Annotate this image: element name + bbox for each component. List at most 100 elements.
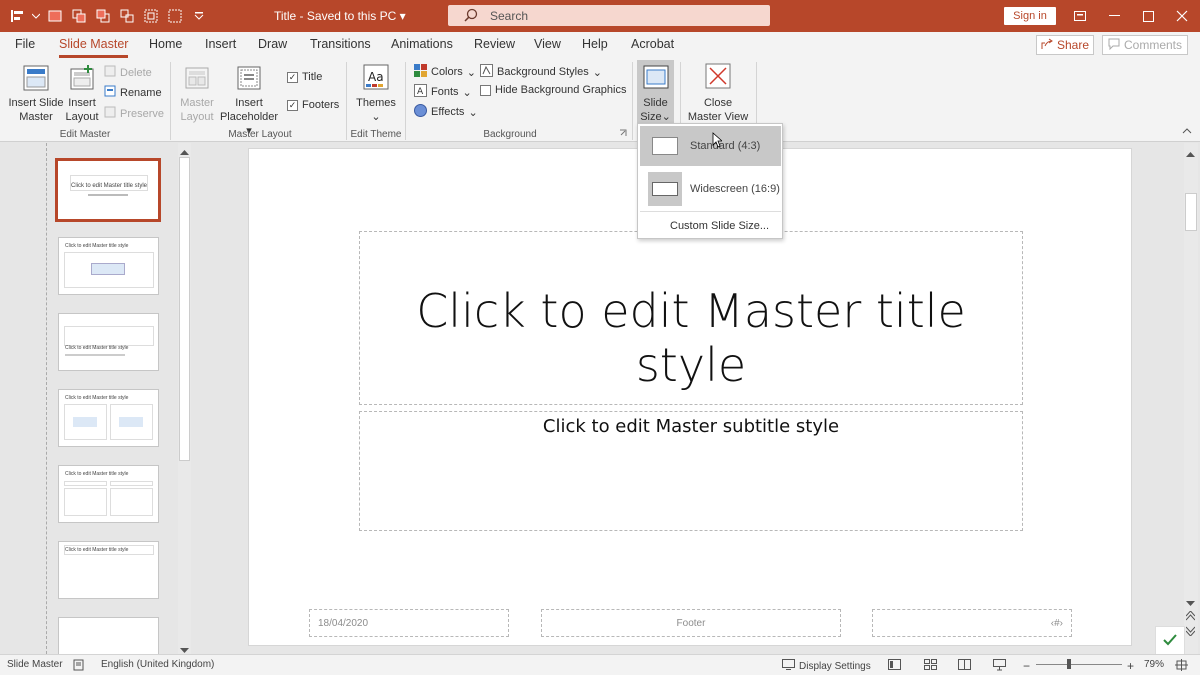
- tab-file[interactable]: File: [15, 37, 35, 51]
- display-settings-button[interactable]: Display Settings: [782, 659, 871, 673]
- thumbnail-placeholder: [64, 326, 154, 346]
- title-placeholder[interactable]: Click to edit Master title style: [359, 231, 1023, 405]
- tab-label: View: [534, 37, 561, 51]
- slide-scrollbar[interactable]: [1184, 143, 1198, 654]
- date-placeholder[interactable]: 18/04/2020: [309, 609, 509, 637]
- tab-transitions[interactable]: Transitions: [310, 37, 371, 51]
- close-master-view-icon: [686, 62, 750, 96]
- master-layout-connector: [46, 143, 47, 654]
- share-button[interactable]: Share: [1036, 35, 1094, 55]
- slide-number-placeholder[interactable]: ‹#›: [872, 609, 1072, 637]
- proofing-icon[interactable]: [73, 659, 85, 671]
- subtitle-placeholder[interactable]: Click to edit Master subtitle style: [359, 411, 1023, 531]
- scroll-up-icon[interactable]: [1186, 147, 1195, 161]
- fit-to-window-icon[interactable]: [1175, 659, 1188, 671]
- tab-review[interactable]: Review: [474, 37, 515, 51]
- send-backward-icon[interactable]: [94, 7, 112, 25]
- ungroup-icon[interactable]: [166, 7, 184, 25]
- tab-insert[interactable]: Insert: [205, 37, 236, 51]
- accessibility-check-button[interactable]: [1155, 626, 1185, 656]
- minimize-icon[interactable]: [1098, 0, 1132, 32]
- close-master-view-button[interactable]: Close Master View: [686, 62, 750, 124]
- thumbnail-slide-master[interactable]: Click to edit Master title style: [55, 158, 161, 222]
- background-dialog-launcher-icon[interactable]: [619, 129, 627, 137]
- bring-forward-icon[interactable]: [70, 7, 88, 25]
- previous-slide-icon[interactable]: [1185, 610, 1196, 624]
- tab-view[interactable]: View: [534, 37, 561, 51]
- title-bar: Title - Saved to this PC ▾ Search Sign i…: [0, 0, 1200, 32]
- customize-toolbar-icon[interactable]: [190, 7, 208, 25]
- insert-placeholder-icon: [216, 64, 282, 96]
- dropdown-separator: [640, 211, 781, 212]
- group-icon[interactable]: [142, 7, 160, 25]
- comments-button[interactable]: Comments: [1102, 35, 1188, 55]
- maximize-icon[interactable]: [1131, 0, 1165, 32]
- title-checkbox[interactable]: ✓ Title: [287, 71, 322, 83]
- themes-button[interactable]: Aa Themes ⌄: [354, 64, 398, 124]
- custom-slide-size-option[interactable]: Custom Slide Size...: [670, 220, 769, 232]
- zoom-level[interactable]: 79%: [1144, 659, 1164, 670]
- rename-button[interactable]: Rename: [104, 85, 162, 100]
- slide-sorter-icon[interactable]: [924, 659, 937, 670]
- close-window-icon[interactable]: [1165, 0, 1199, 32]
- view-indicator: Slide Master: [7, 659, 63, 670]
- thumbnail-scrollbar[interactable]: [178, 143, 191, 654]
- shape-fill-icon[interactable]: [46, 7, 64, 25]
- scrollbar-thumb[interactable]: [179, 157, 190, 461]
- hide-background-graphics-checkbox[interactable]: Hide Background Graphics: [480, 84, 626, 96]
- share-label: Share: [1056, 38, 1090, 52]
- scroll-down-icon[interactable]: [1186, 596, 1195, 610]
- background-styles-button[interactable]: Background Styles ⌄: [480, 64, 602, 80]
- scrollbar-thumb[interactable]: [1185, 193, 1197, 231]
- master-layout-button[interactable]: Master Layout: [176, 64, 218, 124]
- widescreen-16-9-option[interactable]: Widescreen (16:9): [640, 169, 781, 209]
- insert-placeholder-button[interactable]: Insert Placeholder ▾: [216, 64, 282, 138]
- master-layout-group-label: Master Layout: [228, 129, 292, 140]
- zoom-slider-handle[interactable]: [1067, 659, 1071, 669]
- insert-layout-button[interactable]: Insert Layout: [64, 64, 100, 124]
- thumbnail-layout-blank[interactable]: [58, 617, 159, 657]
- delete-button[interactable]: Delete: [104, 65, 152, 80]
- zoom-in-icon[interactable]: +: [1127, 659, 1134, 673]
- window-title[interactable]: Title - Saved to this PC ▾: [274, 9, 406, 23]
- slide-size-button[interactable]: Slide Size⌄: [637, 60, 674, 126]
- title-checkbox-label: Title: [302, 71, 323, 83]
- fonts-button[interactable]: A Fonts ⌄: [414, 84, 472, 100]
- tab-help[interactable]: Help: [582, 37, 608, 51]
- preserve-button[interactable]: Preserve: [104, 106, 164, 121]
- colors-button[interactable]: Colors ⌄: [414, 64, 476, 80]
- tab-acrobat[interactable]: Acrobat: [631, 37, 674, 51]
- merge-shapes-icon[interactable]: [118, 7, 136, 25]
- effects-button[interactable]: Effects ⌄: [414, 104, 478, 120]
- thumbnail-layout-two-content[interactable]: Click to edit Master title style: [58, 389, 159, 447]
- reading-view-icon[interactable]: [958, 659, 971, 670]
- thumbnail-layout-title-content[interactable]: Click to edit Master title style: [58, 237, 159, 295]
- search-box[interactable]: Search: [448, 5, 770, 26]
- date-text: 18/04/2020: [318, 618, 369, 629]
- tab-draw[interactable]: Draw: [258, 37, 287, 51]
- tab-label: Animations: [391, 37, 453, 51]
- tab-home[interactable]: Home: [149, 37, 182, 51]
- share-icon: [1041, 38, 1053, 53]
- slide-show-icon[interactable]: [993, 659, 1006, 671]
- sign-in-button[interactable]: Sign in: [1004, 7, 1056, 25]
- zoom-slider[interactable]: [1036, 664, 1122, 665]
- align-icon[interactable]: [8, 7, 26, 25]
- comments-label: Comments: [1123, 38, 1182, 52]
- normal-view-icon[interactable]: [888, 659, 901, 670]
- chevron-down-icon[interactable]: [32, 7, 40, 25]
- thumbnail-layout-section-header[interactable]: Click to edit Master title style: [58, 313, 159, 371]
- next-slide-icon[interactable]: [1185, 625, 1196, 639]
- thumbnail-layout-title-only[interactable]: Click to edit Master title style: [58, 541, 159, 599]
- zoom-out-icon[interactable]: −: [1023, 659, 1030, 673]
- footer-placeholder[interactable]: Footer: [541, 609, 841, 637]
- footers-checkbox[interactable]: ✓ Footers: [287, 99, 339, 111]
- tab-slide-master[interactable]: Slide Master: [59, 37, 129, 58]
- ribbon-display-options-icon[interactable]: [1063, 0, 1097, 32]
- insert-slide-master-button[interactable]: Insert Slide Master: [6, 64, 66, 124]
- standard-4-3-option[interactable]: Standard (4:3): [640, 126, 781, 166]
- tab-animations[interactable]: Animations: [391, 37, 453, 51]
- thumbnail-layout-comparison[interactable]: Click to edit Master title style: [58, 465, 159, 523]
- collapse-ribbon-icon[interactable]: [1182, 128, 1192, 134]
- language-indicator[interactable]: English (United Kingdom): [101, 659, 214, 670]
